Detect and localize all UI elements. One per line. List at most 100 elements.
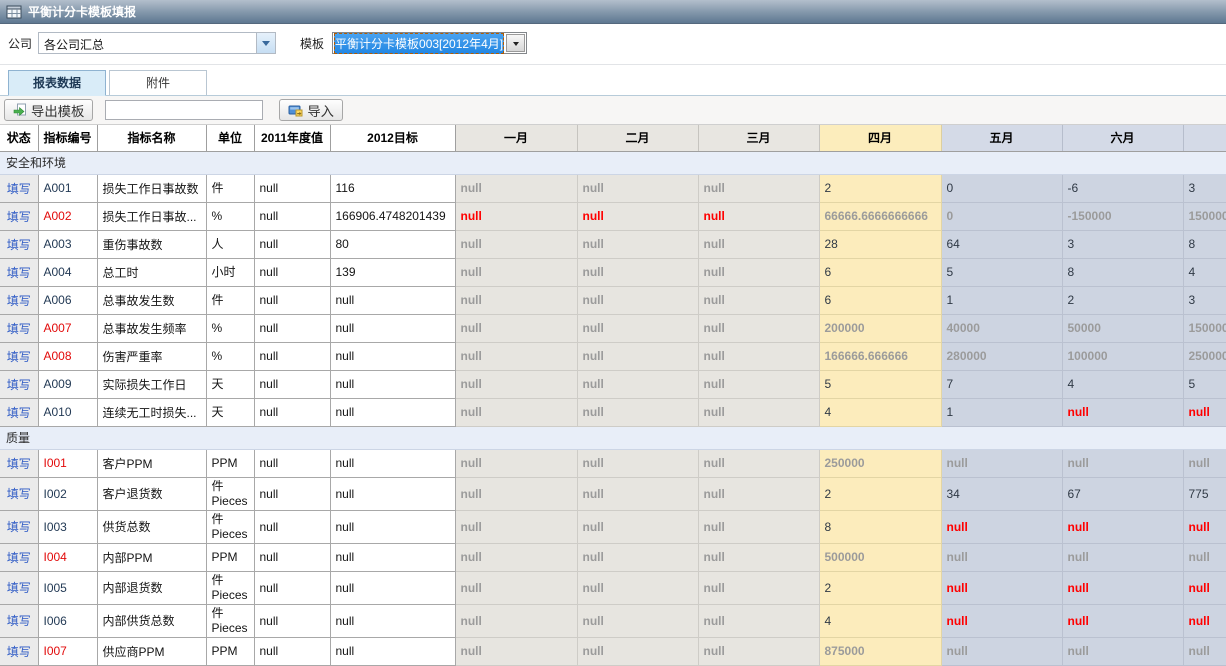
unit-cell: 件 bbox=[206, 286, 254, 314]
template-dropdown-trigger[interactable] bbox=[506, 34, 525, 52]
month-value-cell: null bbox=[455, 477, 577, 510]
unit-cell: % bbox=[206, 342, 254, 370]
fill-link[interactable]: 填写 bbox=[7, 487, 31, 501]
fill-link[interactable]: 填写 bbox=[7, 406, 31, 420]
indicator-code-cell: I003 bbox=[38, 510, 97, 543]
table-row: 填写A010连续无工时损失...天nullnullnullnullnull41n… bbox=[0, 398, 1226, 426]
month-value-cell: null bbox=[577, 398, 698, 426]
table-row: 填写I007供应商PPMPPMnullnullnullnullnull87500… bbox=[0, 637, 1226, 665]
indicator-name-cell: 伤害严重率 bbox=[97, 342, 206, 370]
column-header: 单位 bbox=[206, 125, 254, 151]
month-value-cell: 4 bbox=[1062, 370, 1183, 398]
month-value-cell: 67 bbox=[1062, 477, 1183, 510]
month-value-cell: null bbox=[577, 604, 698, 637]
month-value-cell: null bbox=[698, 202, 819, 230]
table-row: 填写I001客户PPMPPMnullnullnullnullnull250000… bbox=[0, 449, 1226, 477]
scorecard-grid: 状态指标编号指标名称单位2011年度值2012目标一月二月三月四月五月六月 安全… bbox=[0, 125, 1226, 666]
indicator-code-cell: A006 bbox=[38, 286, 97, 314]
import-button[interactable]: 导入 bbox=[279, 99, 343, 121]
month-value-cell: 50000 bbox=[1062, 314, 1183, 342]
month-value-cell: null bbox=[455, 342, 577, 370]
year-2011-cell: null bbox=[254, 510, 330, 543]
toolbar: 导出模板 导入 bbox=[0, 96, 1226, 125]
month-value-cell: null bbox=[698, 604, 819, 637]
month-value-cell: null bbox=[698, 571, 819, 604]
year-2011-cell: null bbox=[254, 174, 330, 202]
status-cell: 填写 bbox=[0, 230, 38, 258]
year-2011-cell: null bbox=[254, 543, 330, 571]
target-2012-cell: null bbox=[330, 370, 455, 398]
indicator-name-cell: 重伤事故数 bbox=[97, 230, 206, 258]
fill-link[interactable]: 填写 bbox=[7, 378, 31, 392]
fill-link[interactable]: 填写 bbox=[7, 551, 31, 565]
month-value-cell: null bbox=[698, 258, 819, 286]
fill-link[interactable]: 填写 bbox=[7, 210, 31, 224]
month-value-cell: 4 bbox=[1183, 258, 1226, 286]
column-header: 指标编号 bbox=[38, 125, 97, 151]
status-cell: 填写 bbox=[0, 543, 38, 571]
unit-cell: 天 bbox=[206, 398, 254, 426]
fill-link[interactable]: 填写 bbox=[7, 182, 31, 196]
company-combobox[interactable]: 各公司汇总 bbox=[38, 32, 276, 54]
fill-link[interactable]: 填写 bbox=[7, 294, 31, 308]
month-value-cell: 280000 bbox=[941, 342, 1062, 370]
month-value-cell: null bbox=[577, 370, 698, 398]
status-cell: 填写 bbox=[0, 449, 38, 477]
template-select[interactable]: 平衡计分卡模板003[2012年4月] bbox=[332, 32, 527, 54]
indicator-name-cell: 内部PPM bbox=[97, 543, 206, 571]
fill-link[interactable]: 填写 bbox=[7, 322, 31, 336]
column-header: 2011年度值 bbox=[254, 125, 330, 151]
unit-cell: PPM bbox=[206, 637, 254, 665]
year-2011-cell: null bbox=[254, 571, 330, 604]
group-row: 质量 bbox=[0, 426, 1226, 449]
fill-link[interactable]: 填写 bbox=[7, 520, 31, 534]
export-template-button[interactable]: 导出模板 bbox=[4, 99, 93, 121]
month-value-cell: null bbox=[577, 230, 698, 258]
month-value-cell: null bbox=[1183, 398, 1226, 426]
month-value-cell: null bbox=[698, 398, 819, 426]
window-title-bar: 平衡计分卡模板填报 bbox=[0, 0, 1226, 24]
export-button-label: 导出模板 bbox=[31, 101, 84, 120]
month-value-cell: 4 bbox=[819, 398, 941, 426]
import-file-input[interactable] bbox=[105, 100, 263, 120]
fill-link[interactable]: 填写 bbox=[7, 350, 31, 364]
fill-link[interactable]: 填写 bbox=[7, 581, 31, 595]
month-value-cell: null bbox=[698, 477, 819, 510]
month-value-cell: null bbox=[941, 571, 1062, 604]
month-value-cell: 150000 bbox=[1183, 314, 1226, 342]
chevron-down-icon bbox=[262, 41, 270, 50]
month-value-cell: null bbox=[455, 230, 577, 258]
month-value-cell: 5 bbox=[819, 370, 941, 398]
fill-link[interactable]: 填写 bbox=[7, 238, 31, 252]
indicator-name-cell: 损失工作日事故... bbox=[97, 202, 206, 230]
month-value-cell: null bbox=[455, 604, 577, 637]
chevron-down-icon bbox=[513, 42, 519, 49]
month-value-cell: 66666.6666666666 bbox=[819, 202, 941, 230]
year-2011-cell: null bbox=[254, 449, 330, 477]
month-value-cell: 1 bbox=[941, 398, 1062, 426]
unit-cell: 件 Pieces bbox=[206, 477, 254, 510]
month-value-cell: 0 bbox=[941, 202, 1062, 230]
month-value-cell: 40000 bbox=[941, 314, 1062, 342]
company-dropdown-trigger[interactable] bbox=[256, 33, 275, 53]
month-value-cell: null bbox=[455, 370, 577, 398]
fill-link[interactable]: 填写 bbox=[7, 614, 31, 628]
month-value-cell: null bbox=[577, 543, 698, 571]
column-header: 状态 bbox=[0, 125, 38, 151]
tab-report-data[interactable]: 报表数据 bbox=[8, 70, 106, 96]
target-2012-cell: null bbox=[330, 543, 455, 571]
fill-link[interactable]: 填写 bbox=[7, 266, 31, 280]
month-value-cell: null bbox=[577, 174, 698, 202]
tab-attachments[interactable]: 附件 bbox=[109, 70, 207, 95]
month-value-cell: 7 bbox=[941, 370, 1062, 398]
selector-row: 公司 各公司汇总 模板 平衡计分卡模板003[2012年4月] bbox=[0, 24, 1226, 62]
month-value-cell: null bbox=[698, 370, 819, 398]
month-value-cell: 3 bbox=[1062, 230, 1183, 258]
indicator-name-cell: 总事故发生数 bbox=[97, 286, 206, 314]
table-row: 填写A004总工时小时null139nullnullnull6584 bbox=[0, 258, 1226, 286]
month-value-cell: null bbox=[577, 449, 698, 477]
fill-link[interactable]: 填写 bbox=[7, 457, 31, 471]
year-2011-cell: null bbox=[254, 342, 330, 370]
month-value-cell: 6 bbox=[819, 286, 941, 314]
unit-cell: 天 bbox=[206, 370, 254, 398]
